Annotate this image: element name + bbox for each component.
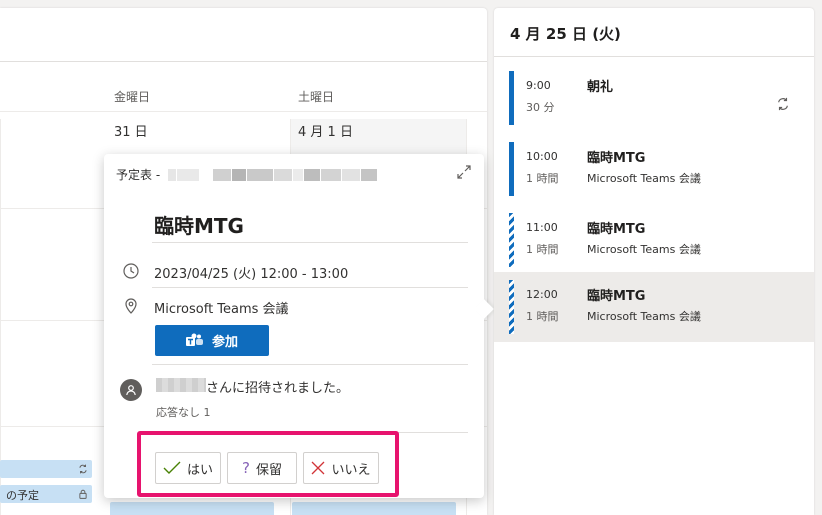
calendar-event-chip[interactable] [0, 460, 92, 478]
event-duration: 1 時間 [526, 310, 559, 323]
event-status-bar [509, 280, 514, 334]
event-duration: 1 時間 [526, 172, 559, 185]
event-time: 12:00 [526, 288, 558, 301]
column-divider [0, 119, 1, 515]
recurring-icon [79, 464, 87, 474]
teams-icon [185, 333, 203, 346]
calendar-event-chip[interactable]: の予定 [0, 485, 92, 503]
day-header-friday: 金曜日 [114, 90, 151, 104]
calendar-event-chip[interactable] [292, 502, 456, 515]
event-datetime: 2023/04/25 (火) 12:00 - 13:00 [154, 267, 349, 282]
agenda-event-selected[interactable]: 12:00 1 時間 臨時MTG Microsoft Teams 会議 [494, 272, 814, 342]
redacted-name [168, 168, 378, 181]
join-label: 参加 [211, 334, 238, 349]
event-status-bar [509, 71, 514, 125]
calendar-event-label: の予定 [6, 489, 39, 502]
event-duration: 1 時間 [526, 243, 559, 256]
check-icon [163, 461, 181, 474]
event-location: Microsoft Teams 会議 [154, 302, 289, 317]
join-teams-button[interactable]: 参加 [155, 325, 269, 356]
invitation-text: さんに招待されました。 [206, 381, 350, 396]
divider [152, 287, 468, 288]
recurring-icon [778, 97, 788, 111]
organizer-avatar[interactable] [120, 379, 142, 401]
agenda-date-heading: 4 月 25 日 (火) [510, 25, 621, 43]
question-icon: ? [242, 459, 250, 477]
rsvp-highlight-box: はい ? 保留 いいえ [137, 431, 399, 497]
close-icon [312, 461, 325, 475]
decline-button[interactable]: いいえ [303, 452, 379, 484]
response-summary[interactable]: 応答なし 1 [156, 404, 211, 420]
event-peek-popup: 予定表 - 臨時MTG 2023/04/25 (火) 12:00 - 13:00… [104, 154, 494, 498]
event-title: 臨時MTG [587, 222, 646, 237]
accept-label: はい [186, 462, 213, 478]
agenda-event[interactable]: 11:00 1 時間 臨時MTG Microsoft Teams 会議 [494, 205, 814, 275]
event-title: 臨時MTG [587, 151, 646, 166]
clock-icon [123, 263, 139, 279]
event-time: 10:00 [526, 150, 558, 163]
event-location: Microsoft Teams 会議 [587, 172, 701, 185]
event-time: 9:00 [526, 79, 551, 92]
event-title: 朝礼 [587, 80, 614, 95]
event-title: 臨時MTG [154, 214, 244, 238]
divider [494, 56, 814, 57]
event-location: Microsoft Teams 会議 [587, 243, 701, 256]
divider [152, 364, 468, 365]
tentative-button[interactable]: ? 保留 [227, 452, 297, 484]
day-header-saturday: 土曜日 [298, 90, 335, 104]
event-duration: 30 分 [526, 101, 555, 114]
event-status-bar [509, 142, 514, 196]
header-divider [0, 111, 487, 112]
event-title: 臨時MTG [587, 289, 646, 304]
event-location: Microsoft Teams 会議 [587, 310, 701, 323]
popup-pointer [474, 299, 494, 319]
event-time: 11:00 [526, 221, 558, 234]
location-icon [125, 298, 137, 314]
agenda-event[interactable]: 9:00 30 分 朝礼 [494, 63, 814, 133]
calendar-toolbar [0, 8, 487, 62]
tentative-label: 保留 [255, 462, 282, 478]
date-saturday[interactable]: 4 月 1 日 [298, 121, 353, 140]
calendar-label: 予定表 - [116, 168, 161, 182]
event-status-bar [509, 213, 514, 267]
person-icon [126, 385, 136, 396]
date-friday[interactable]: 31 日 [114, 121, 148, 140]
lock-icon [79, 489, 87, 499]
calendar-event-chip[interactable] [110, 502, 274, 515]
calendar-owner: 予定表 - [116, 166, 378, 183]
decline-label: いいえ [331, 462, 371, 478]
accept-button[interactable]: はい [155, 452, 221, 484]
divider [152, 242, 468, 243]
day-agenda-pane: 4 月 25 日 (火) 9:00 30 分 朝礼 10:00 1 時間 臨時M… [494, 8, 814, 515]
agenda-event[interactable]: 10:00 1 時間 臨時MTG Microsoft Teams 会議 [494, 134, 814, 204]
expand-icon[interactable] [456, 164, 472, 180]
redacted-organizer-name [156, 378, 206, 392]
